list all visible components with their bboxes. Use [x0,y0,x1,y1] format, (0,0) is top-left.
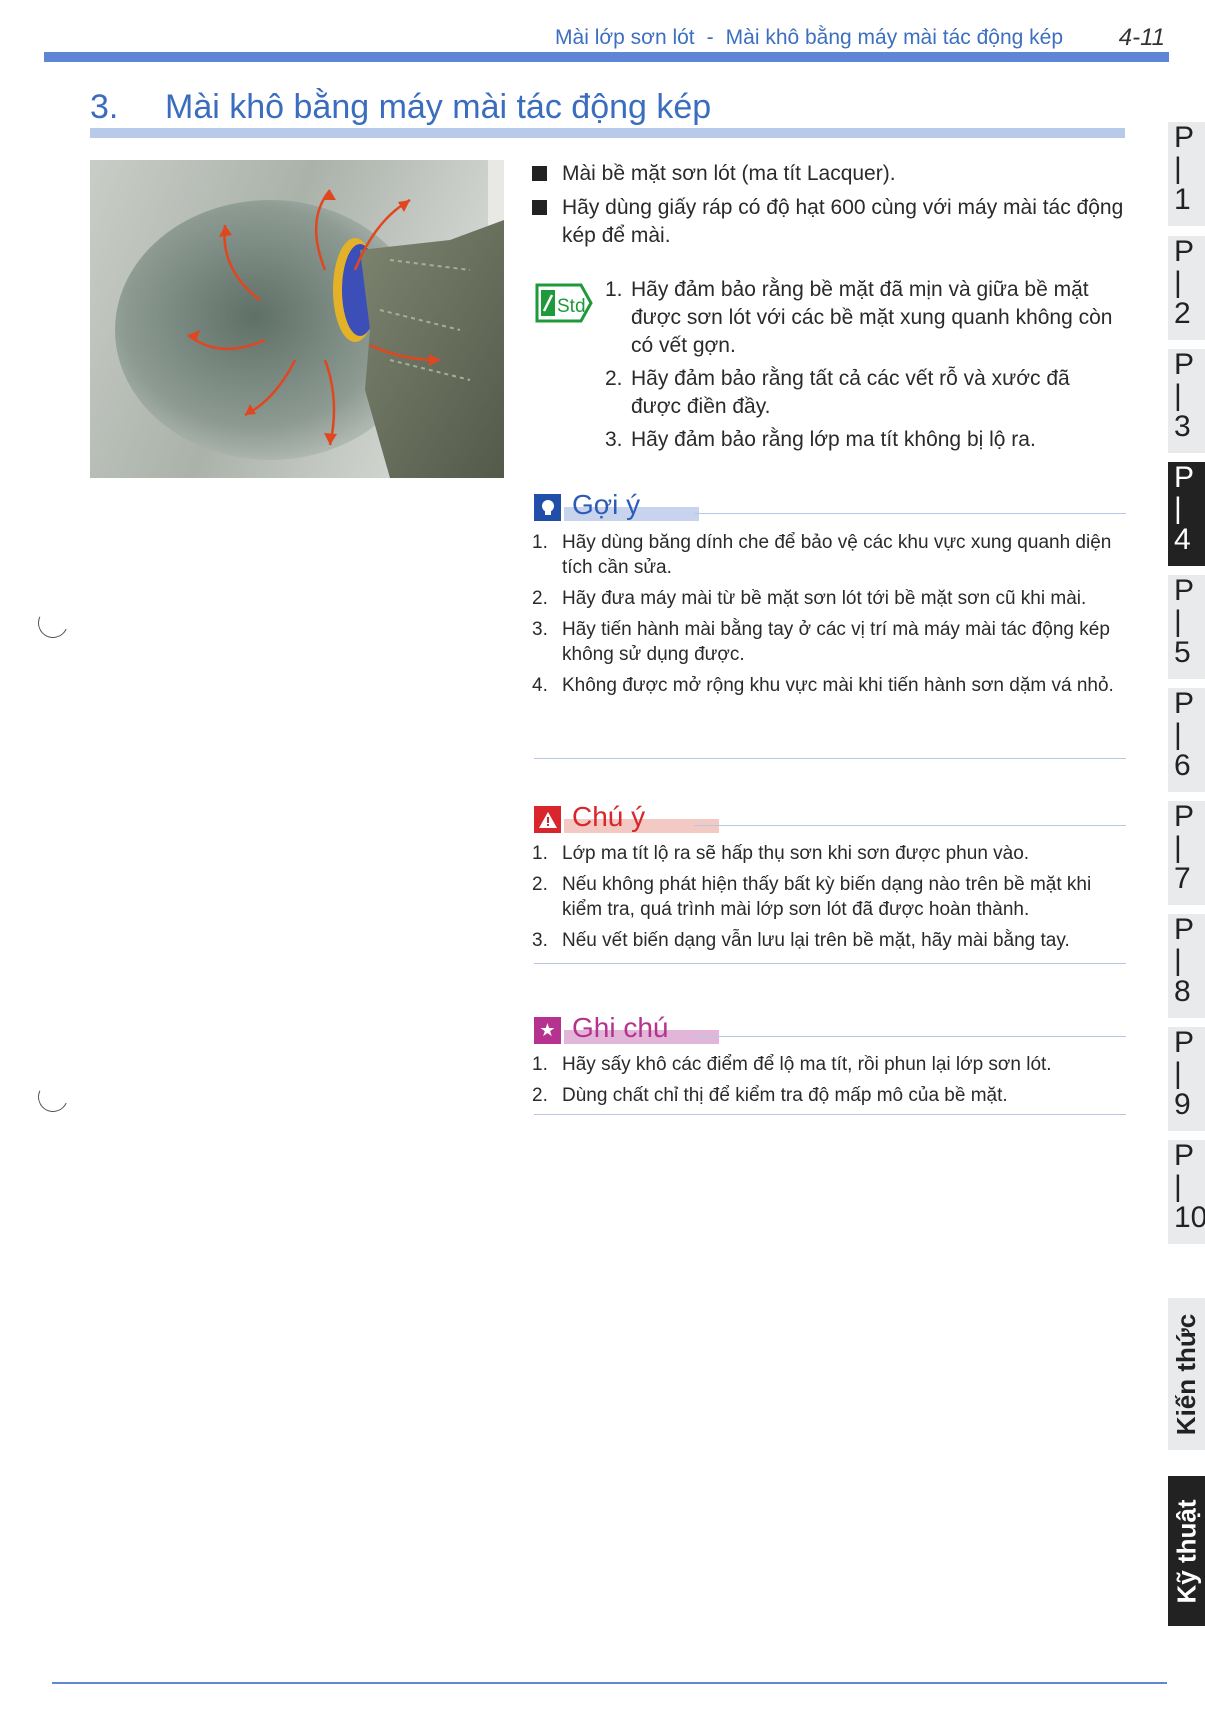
tab-p8[interactable]: P | 8 [1168,914,1205,1018]
note-title: Ghi chú [572,1012,669,1043]
sanding-photo [90,160,504,478]
note-bottom-rule [534,1114,1126,1115]
tab-p2[interactable]: P | 2 [1168,236,1205,340]
square-bullet-icon [532,200,547,215]
warning-icon [534,806,561,833]
caution-bottom-rule [534,963,1126,964]
list-item: 3. Hãy tiến hành mài bằng tay ở các vị tr… [532,619,1110,665]
square-bullet-icon [532,166,547,181]
tab-p4[interactable]: P | 4 [1168,462,1205,566]
tab-p6[interactable]: P | 6 [1168,688,1205,792]
list-item: 3. Nếu vết biến dạng vẫn lưu lại trên bề … [532,930,1070,951]
list-item: 2. Hãy đảm bảo rằng tất cả các vết rỗ và … [605,367,1070,418]
hint-bottom-rule [534,758,1126,759]
list-item: 4. Không được mở rộng khu vực mài khi tiế… [532,675,1114,696]
tab-p1[interactable]: P | 1 [1168,122,1205,226]
tab-p9[interactable]: P | 9 [1168,1027,1205,1131]
hint-list: 1. Hãy dùng băng dính che để bảo vệ các k… [532,530,1128,704]
heading-rule [694,513,1126,514]
tab-p5[interactable]: P | 5 [1168,575,1205,679]
lightbulb-icon [534,494,561,521]
list-item: 3. Hãy đảm bảo rằng lớp ma tít không bị l… [605,428,1036,451]
bullet-item: Hãy dùng giấy ráp có độ hạt 600 cùng với… [532,194,1132,250]
note-heading: ★ Ghi chú [534,1012,1126,1048]
std-checklist: 1. Hãy đảm bảo rằng bề mặt đã mịn và giữa… [605,276,1125,459]
heading-rule [694,1036,1126,1037]
caution-heading: Chú ý [534,801,1126,837]
tab-knowledge[interactable]: Kiến thức [1168,1298,1205,1450]
list-item: 1. Hãy dùng băng dính che để bảo vệ các k… [532,532,1112,578]
tab-technique[interactable]: Kỹ thuật [1168,1476,1205,1626]
hint-title: Gợi ý [572,489,641,520]
std-badge-label: Std [557,296,586,317]
page-number: 4-11 [1118,24,1165,51]
caution-title: Chú ý [572,801,646,832]
running-header: Mài lớp sơn lót - Mài khô bằng máy mài tác… [555,26,1063,50]
title-underline [90,128,1125,138]
list-item: 2. Dùng chất chỉ thị để kiểm tra độ mấp m… [532,1085,1008,1106]
section-title: 3. Mài khô bằng máy mài tác động kép [90,88,711,127]
star-icon: ★ [534,1017,561,1044]
note-list: 1. Hãy sấy khô các điểm để lộ ma tít, rồi… [532,1052,1128,1114]
tab-p3[interactable]: P | 3 [1168,349,1205,453]
tab-p10[interactable]: P | 10 [1168,1140,1205,1244]
section-number: 3. [90,88,119,126]
std-badge-icon: Std [535,283,593,323]
binder-hole [33,603,73,643]
main-bullets: Mài bề mặt sơn lót (ma tít Lacquer). Hãy… [532,160,1132,256]
binder-hole [33,1077,73,1117]
breadcrumb-right: Mài khô bằng máy mài tác động kép [725,26,1063,49]
heading-rule [694,825,1126,826]
section-title-text: Mài khô bằng máy mài tác động kép [165,88,712,126]
list-item: 2. Nếu không phát hiện thấy bất kỳ biến d… [532,874,1092,920]
caution-list: 1. Lớp ma tít lộ ra sẽ hấp thụ sơn khi sơ… [532,841,1128,959]
bullet-item: Mài bề mặt sơn lót (ma tít Lacquer). [532,160,1132,188]
breadcrumb-left: Mài lớp sơn lót [555,26,695,49]
list-item: 1. Hãy sấy khô các điểm để lộ ma tít, rồi… [532,1054,1052,1075]
list-item: 1. Hãy đảm bảo rằng bề mặt đã mịn và giữa… [605,278,1113,357]
hint-heading: Gợi ý [534,489,1126,525]
list-item: 2. Hãy đưa máy mài từ bề mặt sơn lót tới … [532,588,1087,609]
breadcrumb-separator: - [706,26,714,49]
tab-p7[interactable]: P | 7 [1168,801,1205,905]
footer-rule [52,1682,1167,1684]
header-rule [44,52,1169,62]
list-item: 1. Lớp ma tít lộ ra sẽ hấp thụ sơn khi sơ… [532,843,1030,864]
